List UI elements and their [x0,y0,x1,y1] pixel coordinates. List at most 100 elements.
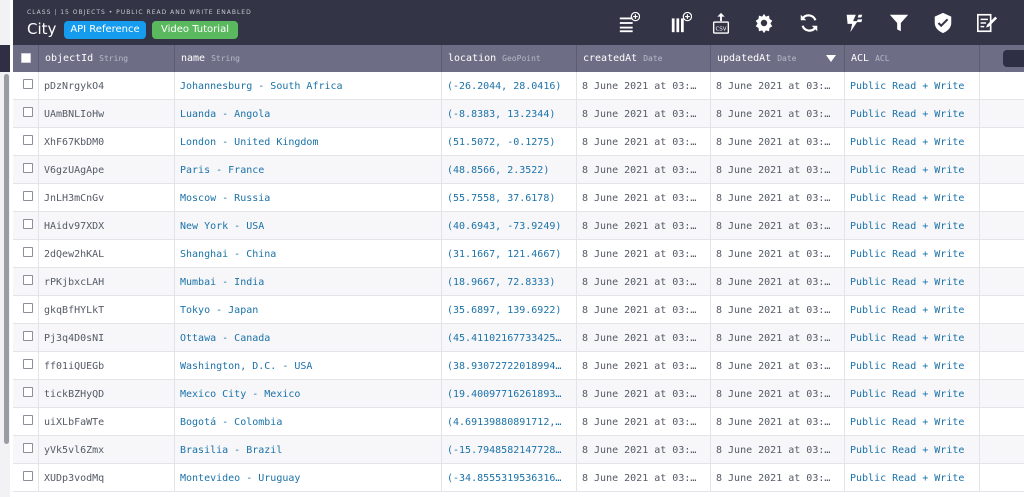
cell-updatedat[interactable]: 8 June 2021 at 03:… [711,240,845,268]
cell-objectid[interactable]: rPKjbxcLAH [39,268,175,296]
cell-objectid[interactable]: Pj3q4D0sNI [39,324,175,352]
cell-objectid[interactable]: uiXLbFaWTe [39,408,175,436]
cell-name[interactable]: Tokyo - Japan [175,296,442,324]
cell-objectid[interactable]: UAmBNLIoHw [39,100,175,128]
cell-objectid[interactable]: pDzNrgykO4 [39,72,175,100]
cell-name[interactable]: Brasilia - Brazil [175,436,442,464]
cell-createdat[interactable]: 8 June 2021 at 03:… [577,436,711,464]
cell-name[interactable]: Luanda - Angola [175,100,442,128]
cell-name[interactable]: Mexico City - Mexico [175,380,442,408]
cell-location[interactable]: (35.6897, 139.6922) [442,296,577,324]
add-column-button[interactable] [1003,50,1024,67]
cell-name[interactable]: Ottawa - Canada [175,324,442,352]
cell-location[interactable]: (51.5072, -0.1275) [442,128,577,156]
cell-name[interactable]: Bogotá - Colombia [175,408,442,436]
cell-createdat[interactable]: 8 June 2021 at 03:… [577,240,711,268]
cell-updatedat[interactable]: 8 June 2021 at 03:… [711,212,845,240]
table-row[interactable]: rPKjbxcLAH Mumbai - India (18.9667, 72.833… [13,268,1024,296]
cell-acl[interactable]: Public Read + Write [845,212,980,240]
edit-icon[interactable] [975,11,999,35]
cell-createdat[interactable]: 8 June 2021 at 03:… [577,212,711,240]
cell-location[interactable]: (19.40097716261893… [442,380,577,408]
cell-updatedat[interactable]: 8 June 2021 at 03:… [711,72,845,100]
row-checkbox[interactable] [23,275,33,285]
cell-updatedat[interactable]: 8 June 2021 at 03:… [711,436,845,464]
cell-location[interactable]: (40.6943, -73.9249) [442,212,577,240]
row-checkbox[interactable] [23,79,33,89]
cell-objectid[interactable]: V6gzUAgApe [39,156,175,184]
video-tutorial-button[interactable]: Video Tutorial [152,21,238,39]
cell-createdat[interactable]: 8 June 2021 at 03:… [577,464,711,492]
cell-objectid[interactable]: ff01iQUEGb [39,352,175,380]
select-all-checkbox[interactable] [21,53,31,63]
api-reference-button[interactable]: API Reference [64,21,146,39]
cell-location[interactable]: (18.9667, 72.8333) [442,268,577,296]
table-row[interactable]: HAidv97XDX New York - USA (40.6943, -73.92… [13,212,1024,240]
cell-location[interactable]: (38.93072722018994… [442,352,577,380]
cell-objectid[interactable]: gkqBfHYLkT [39,296,175,324]
table-row[interactable]: XUDp3vodMq Montevideo - Uruguay (-34.85553… [13,464,1024,492]
table-row[interactable]: Pj3q4D0sNI Ottawa - Canada (45.41102167733… [13,324,1024,352]
column-header-objectid[interactable]: objectId String [39,45,175,72]
row-checkbox[interactable] [23,303,33,313]
cell-updatedat[interactable]: 8 June 2021 at 03:… [711,324,845,352]
row-checkbox[interactable] [23,219,33,229]
table-row[interactable]: V6gzUAgApe Paris - France (48.8566, 2.3522… [13,156,1024,184]
table-row[interactable]: uiXLbFaWTe Bogotá - Colombia (4.6913988089… [13,408,1024,436]
column-header-acl[interactable]: ACL ACL [845,45,980,72]
table-row[interactable]: UAmBNLIoHw Luanda - Angola (-8.8383, 13.23… [13,100,1024,128]
shield-icon[interactable] [931,11,955,35]
cell-location[interactable]: (-8.8383, 13.2344) [442,100,577,128]
column-header-location[interactable]: location GeoPoint [442,45,577,72]
cell-updatedat[interactable]: 8 June 2021 at 03:… [711,184,845,212]
cell-name[interactable]: London - United Kingdom [175,128,442,156]
cell-acl[interactable]: Public Read + Write [845,100,980,128]
row-checkbox[interactable] [23,387,33,397]
cell-acl[interactable]: Public Read + Write [845,128,980,156]
cell-acl[interactable]: Public Read + Write [845,184,980,212]
table-row[interactable]: yVk5vl6Zmx Brasilia - Brazil (-15.79485821… [13,436,1024,464]
cell-name[interactable]: Montevideo - Uruguay [175,464,442,492]
cell-createdat[interactable]: 8 June 2021 at 03:… [577,352,711,380]
table-row[interactable]: XhF67KbDM0 London - United Kingdom (51.507… [13,128,1024,156]
cell-name[interactable]: Shanghai - China [175,240,442,268]
add-row-icon[interactable] [617,11,641,35]
cell-acl[interactable]: Public Read + Write [845,380,980,408]
cell-updatedat[interactable]: 8 June 2021 at 03:… [711,464,845,492]
cell-createdat[interactable]: 8 June 2021 at 03:… [577,72,711,100]
cell-location[interactable]: (45.41102167733425… [442,324,577,352]
column-header-createdat[interactable]: createdAt Date [577,45,711,72]
cell-createdat[interactable]: 8 June 2021 at 03:… [577,380,711,408]
cell-updatedat[interactable]: 8 June 2021 at 03:… [711,128,845,156]
cell-acl[interactable]: Public Read + Write [845,324,980,352]
cell-location[interactable]: (31.1667, 121.4667) [442,240,577,268]
table-row[interactable]: JnLH3mCnGv Moscow - Russia (55.7558, 37.61… [13,184,1024,212]
cell-name[interactable]: New York - USA [175,212,442,240]
cell-location[interactable]: (55.7558, 37.6178) [442,184,577,212]
cell-location[interactable]: (4.69139880891712,… [442,408,577,436]
row-checkbox[interactable] [23,107,33,117]
export-csv-icon[interactable]: CSV [709,11,733,35]
cell-acl[interactable]: Public Read + Write [845,436,980,464]
filter-icon[interactable] [887,11,911,35]
cell-updatedat[interactable]: 8 June 2021 at 03:… [711,296,845,324]
cell-acl[interactable]: Public Read + Write [845,408,980,436]
cell-location[interactable]: (-15.7948582147728… [442,436,577,464]
cell-location[interactable]: (-26.2044, 28.0416) [442,72,577,100]
cell-createdat[interactable]: 8 June 2021 at 03:… [577,296,711,324]
cell-objectid[interactable]: yVk5vl6Zmx [39,436,175,464]
column-header-name[interactable]: name String [175,45,442,72]
cell-createdat[interactable]: 8 June 2021 at 03:… [577,128,711,156]
cell-createdat[interactable]: 8 June 2021 at 03:… [577,268,711,296]
scrollbar-thumb[interactable] [4,74,9,444]
cell-updatedat[interactable]: 8 June 2021 at 03:… [711,268,845,296]
cell-acl[interactable]: Public Read + Write [845,352,980,380]
add-column-icon[interactable] [669,11,693,35]
cell-createdat[interactable]: 8 June 2021 at 03:… [577,184,711,212]
sort-descending-icon[interactable] [826,55,836,62]
cell-createdat[interactable]: 8 June 2021 at 03:… [577,408,711,436]
cell-createdat[interactable]: 8 June 2021 at 03:… [577,100,711,128]
cell-objectid[interactable]: XUDp3vodMq [39,464,175,492]
cell-location[interactable]: (48.8566, 2.3522) [442,156,577,184]
cell-acl[interactable]: Public Read + Write [845,296,980,324]
